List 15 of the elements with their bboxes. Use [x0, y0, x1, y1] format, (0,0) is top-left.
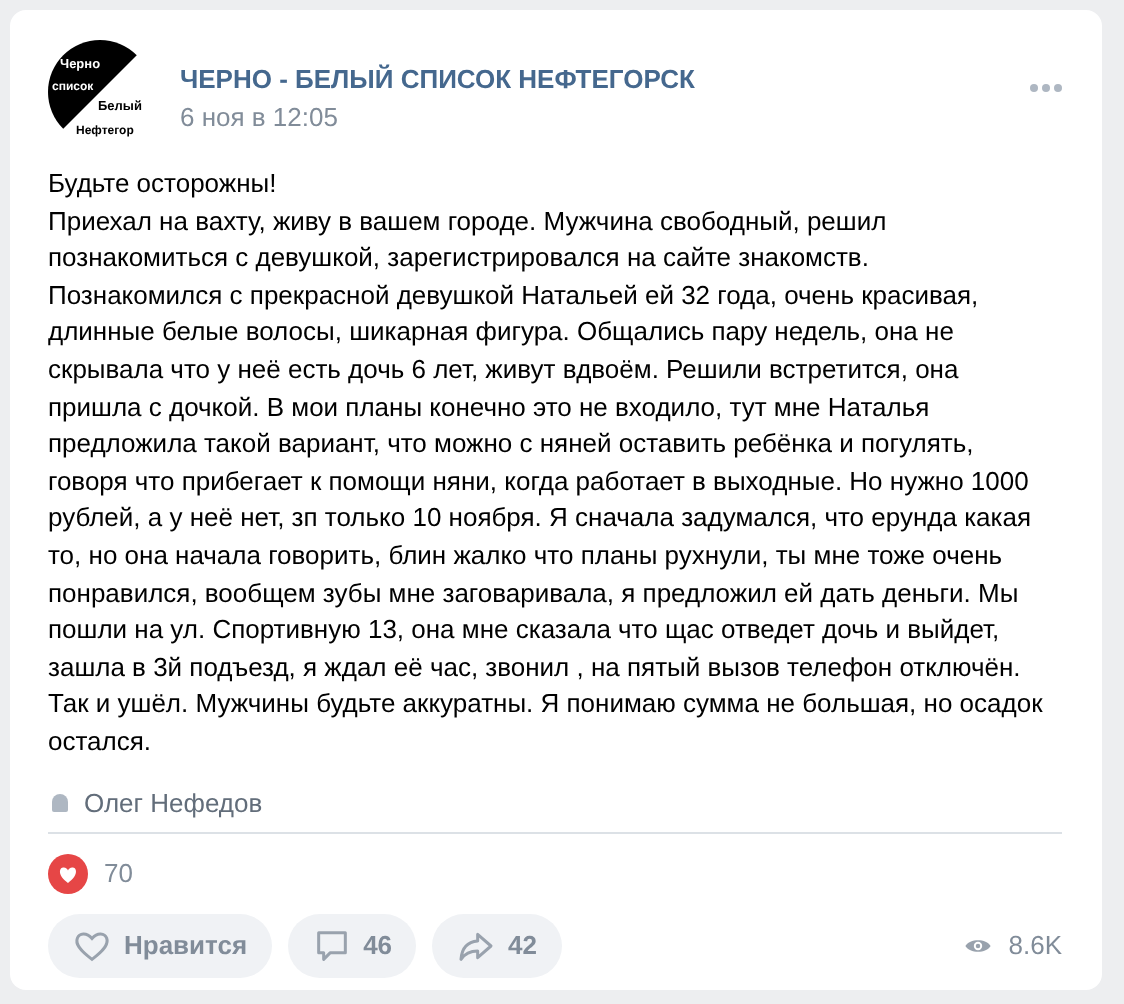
speech-bubble-icon [311, 925, 352, 965]
signer-link[interactable]: Олег Нефедов [84, 787, 263, 819]
share-button[interactable]: 42 [432, 913, 561, 977]
eye-icon [964, 935, 993, 955]
more-icon[interactable] [1030, 80, 1062, 96]
heart-reaction-icon[interactable] [48, 853, 88, 893]
author-link[interactable]: ЧЕРНО - БЕЛЫЙ СПИСОК НЕФТЕГОРСК [180, 64, 695, 96]
post-text: Приехал на вахту, живу в вашем городе. Мужчина свободный, решил познакомиться с девушкой, зарегистрировался на сайте знакомств. Познакомился с прекрасной девушкой Натальей ей 32 года, очень красивая, длинные белые волосы, шикарная фигура. Общались пару недель, она не скрывала что у неё есть дочь 6 лет, живут вдвоём. Решили встретится, она пришла с дочкой. В мои планы конечно это не входило, тут мне Наталья предложила такой вариант, что можно с няней оставить ребёнка и погулять, говоря что прибегает к помощи няни, когда работает в выходные. Но нужно 1000 рублей, а у неё нет, зп только 10 ноября. Я сначала задумался, что ерунда какая то, но она начала говорить, блин жалко что планы рухнули, ты мне тоже очень понравился, вообщем зубы мне заговаривала, я предложил ей дать деньги. Мы пошли на ул. Спортивную 13, она мне сказала что щас отведет дочь и выйдет, зашла в 3й подъезд, я ждал её час, звонил , на пятый вызов телефон отключён. Так и ушёл. Мужчины будьте аккуратны. Я понимаю сумма не большая, но осадок остался. [48, 203, 1044, 760]
like-button[interactable]: Нравится [48, 913, 272, 977]
reaction-count: 70 [104, 858, 133, 888]
comment-button[interactable]: 46 [287, 913, 417, 977]
person-icon [52, 794, 68, 812]
post-text: Будьте осторожны! [48, 166, 279, 202]
view-count: 8.6K [1008, 930, 1062, 960]
post-date[interactable]: 6 ноя в 12:05 [180, 100, 695, 136]
